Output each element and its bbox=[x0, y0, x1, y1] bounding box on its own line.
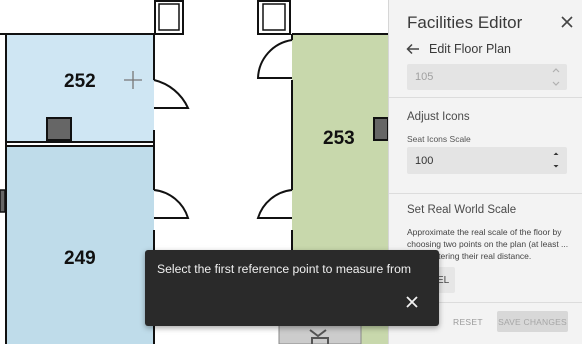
instruction-snackbar: Select the first reference point to meas… bbox=[145, 250, 439, 326]
top-number-value: 105 bbox=[415, 71, 434, 83]
stepper-icon[interactable] bbox=[549, 147, 563, 173]
room-number-252: 252 bbox=[64, 71, 96, 92]
snackbar-message: Select the first reference point to meas… bbox=[157, 262, 412, 276]
reset-button[interactable]: RESET bbox=[453, 317, 483, 327]
room-249-area[interactable] bbox=[6, 146, 154, 344]
seat-icons-scale-field[interactable]: 100 bbox=[407, 147, 567, 174]
close-icon[interactable] bbox=[559, 14, 575, 30]
column-block bbox=[46, 117, 72, 141]
close-icon[interactable] bbox=[405, 295, 419, 309]
top-number-field[interactable]: 105 bbox=[407, 64, 567, 90]
back-arrow-icon[interactable] bbox=[406, 42, 420, 56]
seat-icons-scale-label: Seat Icons Scale bbox=[407, 134, 471, 144]
panel-subtitle: Edit Floor Plan bbox=[429, 42, 511, 56]
stepper-icon[interactable] bbox=[549, 64, 563, 90]
room-number-253: 253 bbox=[323, 128, 355, 149]
panel-title: Facilities Editor bbox=[407, 13, 523, 32]
save-changes-button[interactable]: SAVE CHANGES bbox=[497, 311, 568, 332]
seat-icons-scale-value: 100 bbox=[415, 155, 434, 167]
divider bbox=[389, 97, 582, 98]
divider bbox=[389, 193, 582, 194]
room-number-249: 249 bbox=[64, 248, 96, 269]
adjust-icons-heading: Adjust Icons bbox=[407, 111, 470, 123]
column-block bbox=[373, 117, 388, 141]
real-world-scale-heading: Set Real World Scale bbox=[407, 204, 517, 216]
column-block bbox=[0, 189, 6, 213]
